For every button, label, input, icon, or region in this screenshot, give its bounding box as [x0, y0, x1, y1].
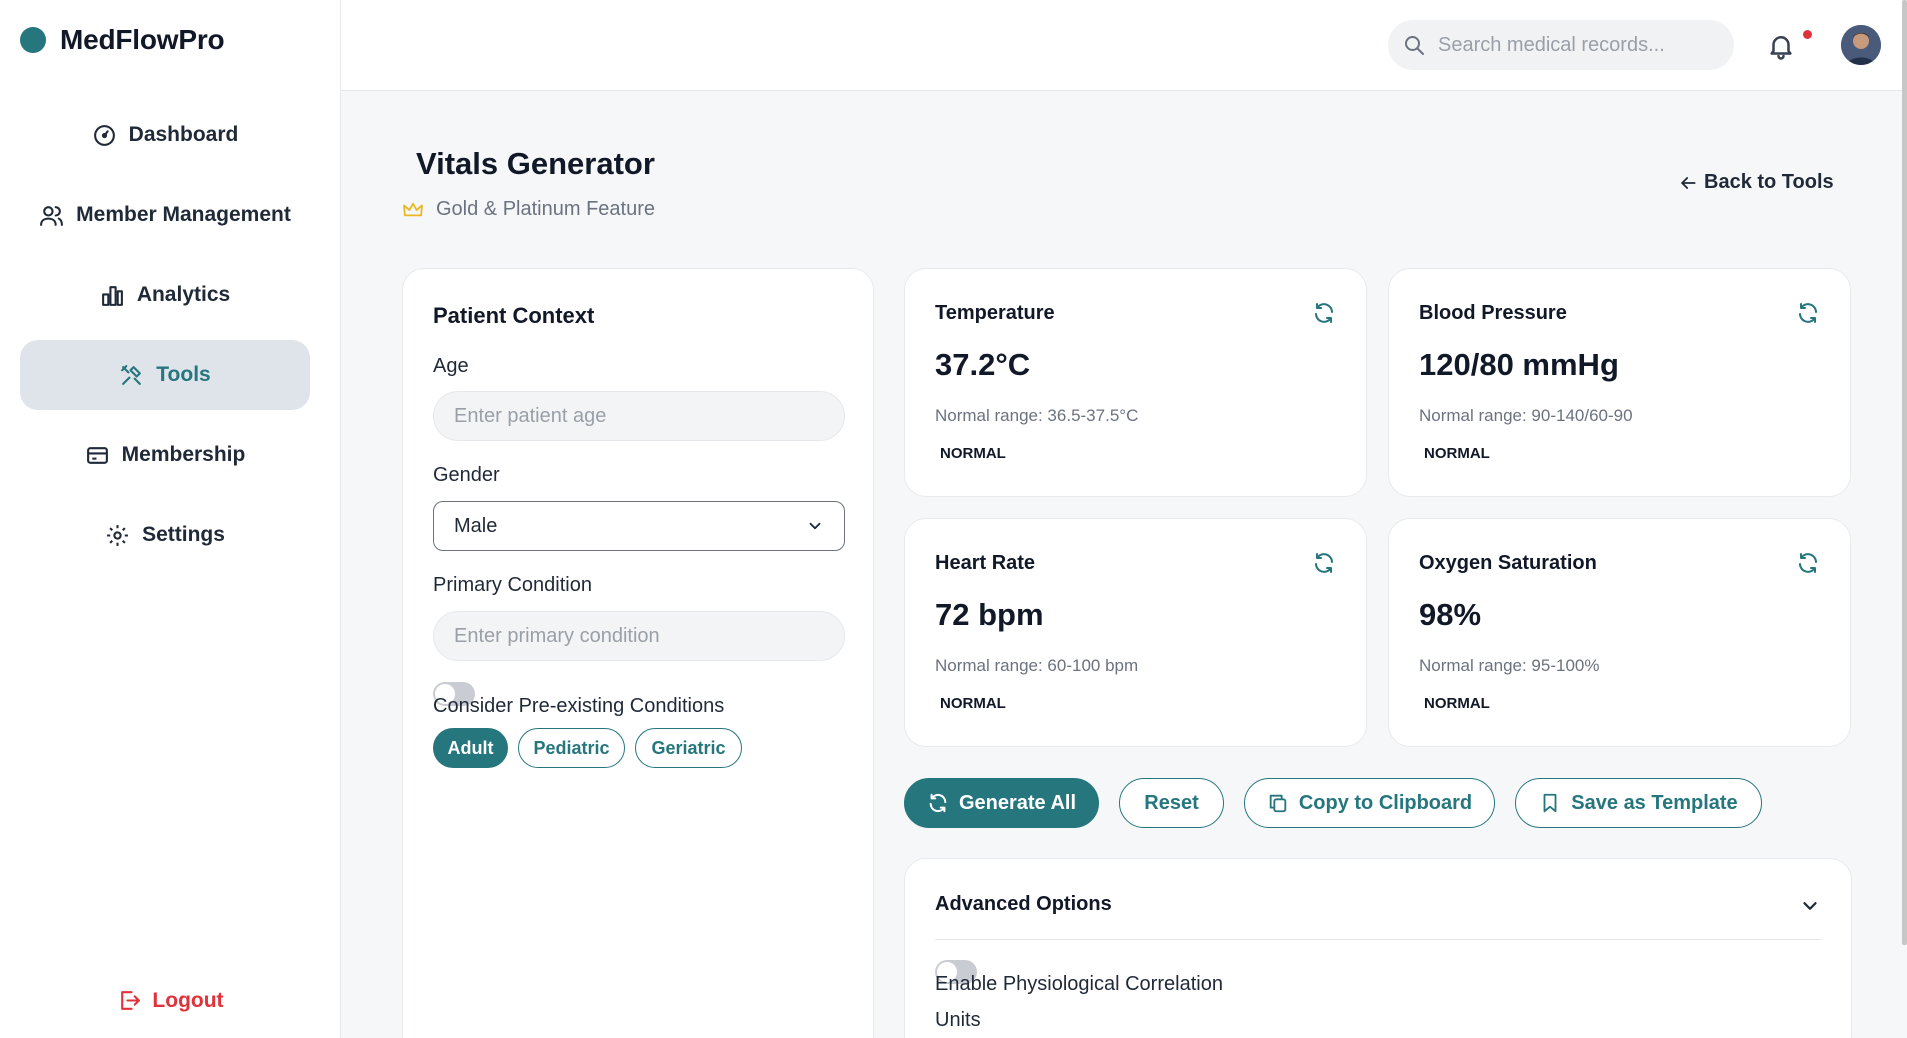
brand-logo — [20, 27, 46, 53]
sidebar-item-label: Membership — [121, 443, 246, 466]
gender-select[interactable]: Male — [433, 501, 845, 551]
patient-context-title: Patient Context — [433, 303, 595, 328]
vital-card-oxygen-saturation: Oxygen Saturation 98% Normal range: 95-1… — [1388, 518, 1851, 747]
vital-status: NORMAL — [940, 445, 1006, 462]
bell-icon[interactable] — [1766, 31, 1796, 61]
vital-status: NORMAL — [940, 695, 1006, 712]
vital-value: 120/80 mmHg — [1419, 347, 1619, 382]
sidebar-item-settings[interactable]: Settings — [20, 500, 310, 570]
sidebar-item-tools[interactable]: Tools — [20, 340, 310, 410]
users-icon — [40, 205, 64, 226]
avatar-image — [1841, 25, 1881, 65]
chevron-down-icon — [809, 522, 821, 530]
bookmark-icon — [1543, 793, 1557, 813]
reset-button[interactable]: Reset — [1119, 778, 1224, 828]
refresh-icon[interactable] — [1796, 551, 1820, 575]
vital-range: Normal range: 90-140/60-90 — [1419, 406, 1633, 425]
vital-name: Blood Pressure — [1419, 302, 1567, 324]
crown-icon — [403, 202, 423, 216]
topbar — [341, 0, 1907, 91]
vital-range: Normal range: 95-100% — [1419, 656, 1600, 675]
sidebar-item-member-management[interactable]: Member Management — [20, 180, 310, 250]
age-label: Age — [433, 355, 469, 377]
bar-chart-icon — [101, 285, 123, 306]
sidebar-item-analytics[interactable]: Analytics — [20, 260, 310, 330]
brand-name: MedFlowPro — [60, 24, 225, 55]
sidebar: MedFlowPro Dashboard Member Management A… — [0, 0, 341, 1038]
units-label: Units — [935, 1009, 981, 1031]
copy-label: Copy to Clipboard — [1298, 791, 1473, 814]
generate-all-label: Generate All — [958, 791, 1077, 814]
back-to-tools-link[interactable]: Back to Tools — [1678, 171, 1834, 194]
vital-status: NORMAL — [1424, 695, 1490, 712]
vital-value: 37.2°C — [935, 347, 1031, 382]
refresh-icon[interactable] — [1312, 551, 1336, 575]
sidebar-item-label: Member Management — [76, 203, 291, 226]
scrollbar[interactable] — [1902, 0, 1907, 945]
age-input[interactable]: Enter patient age — [433, 391, 845, 441]
vital-card-temperature: Temperature 37.2°C Normal range: 36.5-37… — [904, 268, 1367, 497]
sidebar-item-label: Analytics — [136, 283, 231, 306]
copy-icon — [1269, 794, 1287, 813]
card-icon — [86, 446, 108, 464]
back-label: Back to Tools — [1704, 171, 1834, 193]
age-group-adult[interactable]: Adult — [433, 728, 508, 768]
vital-status: NORMAL — [1424, 445, 1490, 462]
save-template-label: Save as Template — [1571, 791, 1738, 814]
gender-value: Male — [454, 514, 498, 537]
vital-card-heart-rate: Heart Rate 72 bpm Normal range: 60-100 b… — [904, 518, 1367, 747]
vital-range: Normal range: 36.5-37.5°C — [935, 406, 1139, 425]
page-title: Vitals Generator — [416, 146, 655, 181]
vital-value: 72 bpm — [935, 597, 1044, 632]
age-placeholder: Enter patient age — [454, 404, 607, 427]
search-input[interactable] — [1438, 33, 1718, 57]
generate-all-button[interactable]: Generate All — [904, 778, 1099, 828]
patient-context-card: Patient Context Age Enter patient age Ge… — [402, 268, 874, 1038]
vital-card-blood-pressure: Blood Pressure 120/80 mmHg Normal range:… — [1388, 268, 1851, 497]
age-group-geriatric[interactable]: Geriatric — [635, 728, 742, 768]
sidebar-nav: Dashboard Member Management Analytics To… — [20, 100, 310, 580]
reset-label: Reset — [1144, 791, 1199, 814]
save-as-template-button[interactable]: Save as Template — [1515, 778, 1762, 828]
search-bar[interactable] — [1388, 20, 1734, 70]
notification-dot — [1803, 30, 1812, 39]
condition-placeholder: Enter primary condition — [454, 624, 660, 647]
refresh-icon[interactable] — [1312, 301, 1336, 325]
vital-name: Temperature — [935, 302, 1055, 324]
gear-icon — [107, 524, 128, 546]
logout-label: Logout — [152, 988, 224, 1012]
advanced-options-title[interactable]: Advanced Options — [935, 893, 1112, 916]
preexisting-conditions-label: Consider Pre-existing Conditions — [433, 695, 725, 717]
primary-condition-label: Primary Condition — [433, 574, 592, 596]
brand[interactable]: MedFlowPro — [20, 24, 225, 56]
feature-badge-label: Gold & Platinum Feature — [436, 198, 655, 220]
vital-name: Oxygen Saturation — [1419, 552, 1597, 574]
tools-icon — [121, 364, 142, 385]
refresh-icon[interactable] — [1796, 301, 1820, 325]
vital-value: 98% — [1419, 597, 1482, 632]
divider — [935, 939, 1821, 940]
chevron-down-icon[interactable] — [1799, 895, 1821, 917]
gauge-icon — [93, 124, 115, 146]
sidebar-item-label: Tools — [156, 363, 211, 386]
feature-badge: Gold & Platinum Feature — [402, 198, 655, 221]
avatar[interactable] — [1841, 25, 1881, 65]
sidebar-item-label: Dashboard — [128, 123, 239, 146]
refresh-icon — [929, 793, 947, 813]
gender-label: Gender — [433, 464, 500, 486]
search-icon — [1405, 36, 1424, 55]
copy-to-clipboard-button[interactable]: Copy to Clipboard — [1244, 778, 1495, 828]
sidebar-item-membership[interactable]: Membership — [20, 420, 310, 490]
primary-condition-input[interactable]: Enter primary condition — [433, 611, 845, 661]
vital-name: Heart Rate — [935, 552, 1036, 574]
sidebar-item-dashboard[interactable]: Dashboard — [20, 100, 310, 170]
logout-button[interactable]: Logout — [0, 988, 341, 1013]
sidebar-item-label: Settings — [142, 523, 225, 546]
age-group-pediatric[interactable]: Pediatric — [518, 728, 625, 768]
logout-icon — [121, 991, 141, 1010]
arrow-left-icon — [1681, 176, 1696, 189]
vital-range: Normal range: 60-100 bpm — [935, 656, 1139, 675]
advanced-options-card: Advanced Options Enable Physiological Co… — [904, 858, 1852, 1038]
physiological-correlation-label: Enable Physiological Correlation — [935, 973, 1223, 995]
